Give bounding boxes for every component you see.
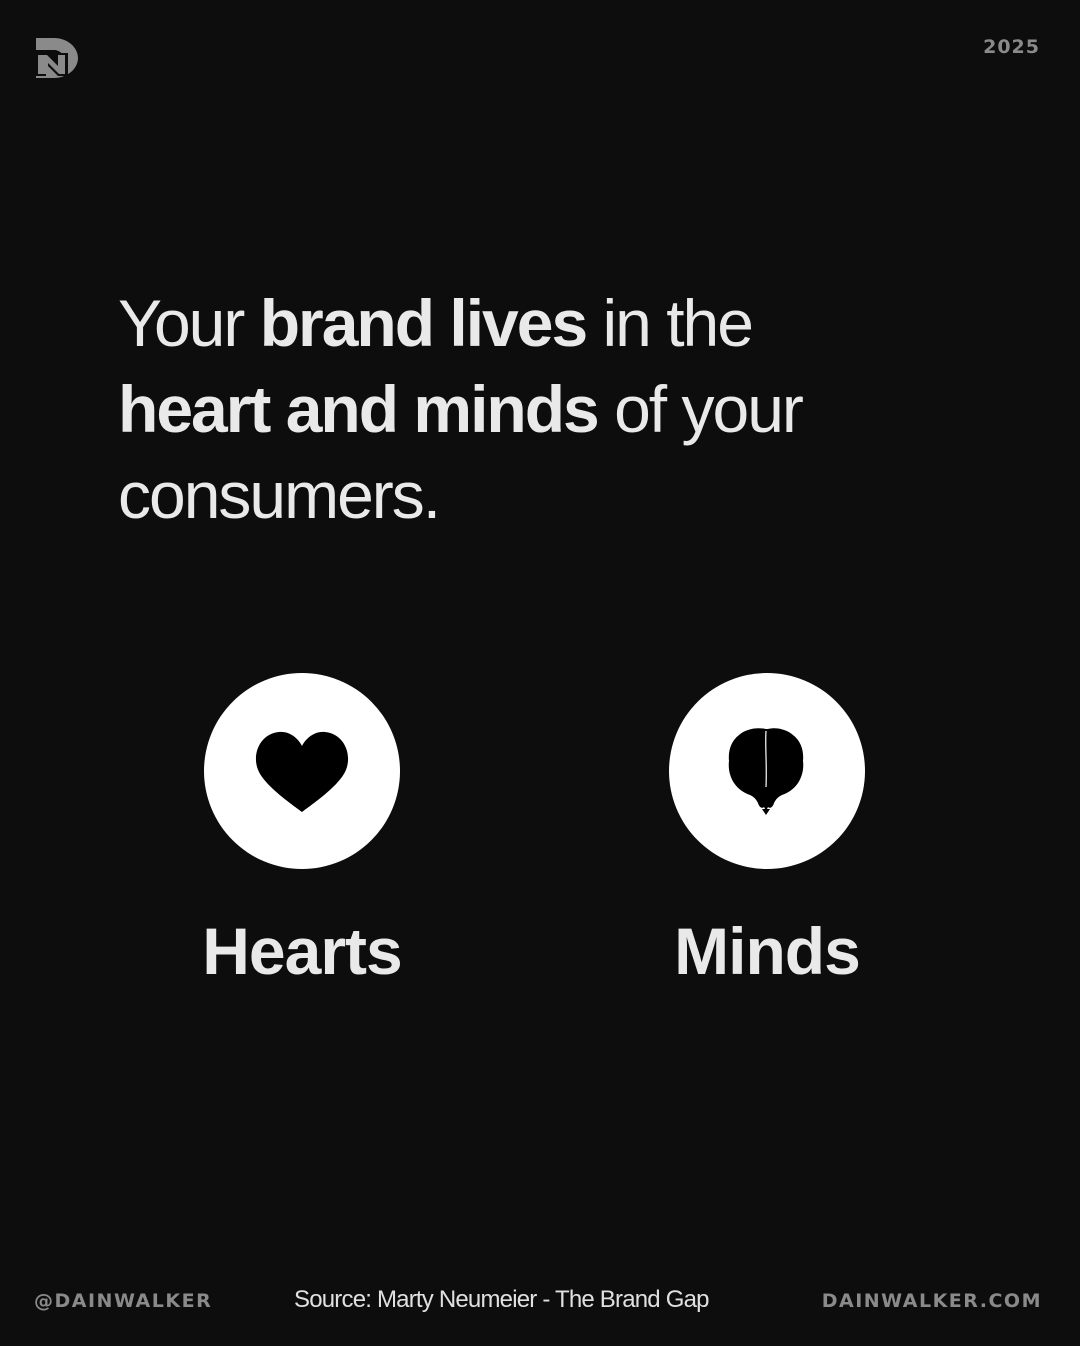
footer: @DAINWALKER Source: Marty Neumeier - The… bbox=[0, 1286, 1080, 1318]
headline-text-2: in the bbox=[586, 286, 754, 360]
brand-logo bbox=[34, 36, 84, 80]
headline-text-1: Your bbox=[118, 286, 260, 360]
pillar-label-minds: Minds bbox=[674, 914, 861, 988]
headline-bold-brand-lives: brand lives bbox=[259, 286, 588, 360]
dw-logo-icon bbox=[36, 38, 78, 78]
heart-icon bbox=[255, 731, 349, 812]
headline-bold-heart-minds: heart and minds bbox=[118, 372, 600, 446]
social-handle: @DAINWALKER bbox=[34, 1290, 213, 1312]
brain-icon bbox=[728, 728, 804, 815]
pillar-hearts: Hearts bbox=[202, 673, 403, 988]
brain-circle bbox=[669, 673, 865, 869]
pillar-label-hearts: Hearts bbox=[202, 914, 402, 988]
pillar-minds: Minds bbox=[669, 673, 865, 988]
heart-circle bbox=[204, 673, 400, 869]
headline: Your brand lives in the heart and minds … bbox=[118, 280, 978, 538]
year-label: 2025 bbox=[983, 36, 1040, 58]
website-link: DAINWALKER.COM bbox=[821, 1290, 1042, 1312]
source-citation: Source: Marty Neumeier - The Brand Gap bbox=[294, 1286, 709, 1313]
